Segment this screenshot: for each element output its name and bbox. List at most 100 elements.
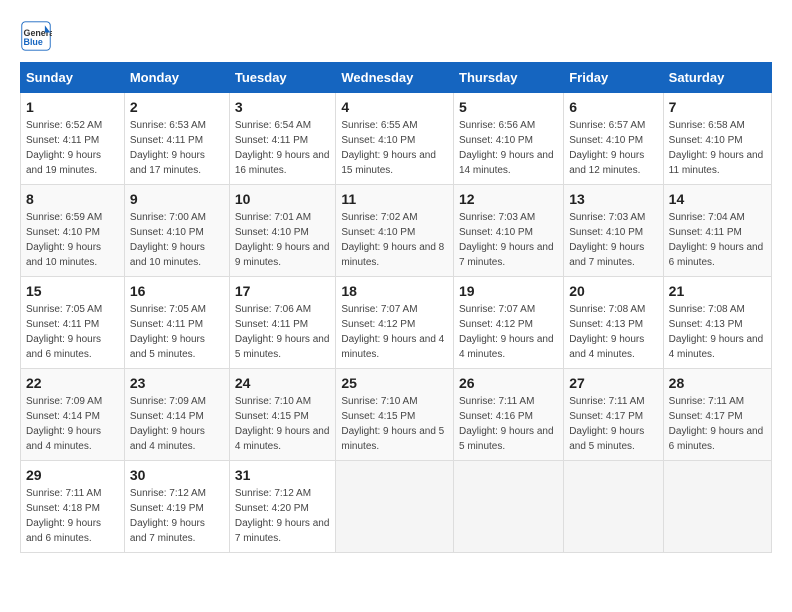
column-header-sunday: Sunday <box>21 63 125 93</box>
day-info: Sunrise: 7:09 AMSunset: 4:14 PMDaylight:… <box>130 394 224 454</box>
day-info: Sunrise: 6:59 AMSunset: 4:10 PMDaylight:… <box>26 210 119 270</box>
day-info: Sunrise: 7:10 AMSunset: 4:15 PMDaylight:… <box>341 394 448 454</box>
column-header-wednesday: Wednesday <box>336 63 454 93</box>
day-number: 15 <box>26 283 119 299</box>
day-cell: 14 Sunrise: 7:04 AMSunset: 4:11 PMDayligh… <box>663 185 771 277</box>
day-cell: 30Sunrise: 7:12 AMSunset: 4:19 PMDayligh… <box>124 461 229 553</box>
day-cell: 21 Sunrise: 7:08 AMSunset: 4:13 PMDayligh… <box>663 277 771 369</box>
day-number: 13 <box>569 191 657 207</box>
calendar-table: SundayMondayTuesdayWednesdayThursdayFrid… <box>20 62 772 553</box>
day-number: 28 <box>669 375 766 391</box>
day-number: 10 <box>235 191 331 207</box>
day-number: 3 <box>235 99 331 115</box>
day-cell <box>336 461 454 553</box>
day-info: Sunrise: 6:52 AMSunset: 4:11 PMDaylight:… <box>26 118 119 178</box>
day-info: Sunrise: 6:57 AMSunset: 4:10 PMDaylight:… <box>569 118 657 178</box>
page-header: General Blue <box>20 20 772 52</box>
day-cell: 8 Sunrise: 6:59 AMSunset: 4:10 PMDaylight… <box>21 185 125 277</box>
day-cell: 19 Sunrise: 7:07 AMSunset: 4:12 PMDayligh… <box>454 277 564 369</box>
day-cell: 29 Sunrise: 7:11 AMSunset: 4:18 PMDayligh… <box>21 461 125 553</box>
day-cell: 6 Sunrise: 6:57 AMSunset: 4:10 PMDaylight… <box>564 93 663 185</box>
svg-text:Blue: Blue <box>24 37 43 47</box>
week-row-2: 8 Sunrise: 6:59 AMSunset: 4:10 PMDaylight… <box>21 185 772 277</box>
day-cell: 11 Sunrise: 7:02 AMSunset: 4:10 PMDayligh… <box>336 185 454 277</box>
day-number: 14 <box>669 191 766 207</box>
day-info: Sunrise: 6:54 AMSunset: 4:11 PMDaylight:… <box>235 118 331 178</box>
day-info: Sunrise: 6:56 AMSunset: 4:10 PMDaylight:… <box>459 118 558 178</box>
day-info: Sunrise: 7:05 AMSunset: 4:11 PMDaylight:… <box>130 302 224 362</box>
day-cell: 27 Sunrise: 7:11 AMSunset: 4:17 PMDayligh… <box>564 369 663 461</box>
day-info: Sunrise: 7:09 AMSunset: 4:14 PMDaylight:… <box>26 394 119 454</box>
day-cell <box>564 461 663 553</box>
day-info: Sunrise: 7:12 AMSunset: 4:20 PMDaylight:… <box>235 486 331 546</box>
day-cell: 1 Sunrise: 6:52 AMSunset: 4:11 PMDaylight… <box>21 93 125 185</box>
day-info: Sunrise: 7:11 AMSunset: 4:17 PMDaylight:… <box>569 394 657 454</box>
day-number: 27 <box>569 375 657 391</box>
day-number: 23 <box>130 375 224 391</box>
day-info: Sunrise: 7:11 AMSunset: 4:17 PMDaylight:… <box>669 394 766 454</box>
day-cell: 16 Sunrise: 7:05 AMSunset: 4:11 PMDayligh… <box>124 277 229 369</box>
day-number: 26 <box>459 375 558 391</box>
day-info: Sunrise: 7:04 AMSunset: 4:11 PMDaylight:… <box>669 210 766 270</box>
week-row-1: 1 Sunrise: 6:52 AMSunset: 4:11 PMDaylight… <box>21 93 772 185</box>
day-cell: 25 Sunrise: 7:10 AMSunset: 4:15 PMDayligh… <box>336 369 454 461</box>
day-number: 1 <box>26 99 119 115</box>
day-number: 24 <box>235 375 331 391</box>
day-number: 19 <box>459 283 558 299</box>
day-info: Sunrise: 7:02 AMSunset: 4:10 PMDaylight:… <box>341 210 448 270</box>
day-number: 9 <box>130 191 224 207</box>
day-cell: 22 Sunrise: 7:09 AMSunset: 4:14 PMDayligh… <box>21 369 125 461</box>
column-header-friday: Friday <box>564 63 663 93</box>
day-info: Sunrise: 7:06 AMSunset: 4:11 PMDaylight:… <box>235 302 331 362</box>
week-row-3: 15 Sunrise: 7:05 AMSunset: 4:11 PMDayligh… <box>21 277 772 369</box>
day-number: 12 <box>459 191 558 207</box>
day-cell: 15 Sunrise: 7:05 AMSunset: 4:11 PMDayligh… <box>21 277 125 369</box>
day-cell: 23 Sunrise: 7:09 AMSunset: 4:14 PMDayligh… <box>124 369 229 461</box>
day-number: 8 <box>26 191 119 207</box>
day-cell: 13Sunrise: 7:03 AMSunset: 4:10 PMDayligh… <box>564 185 663 277</box>
day-number: 20 <box>569 283 657 299</box>
day-number: 6 <box>569 99 657 115</box>
day-info: Sunrise: 7:11 AMSunset: 4:18 PMDaylight:… <box>26 486 119 546</box>
day-cell: 31 Sunrise: 7:12 AMSunset: 4:20 PMDayligh… <box>229 461 336 553</box>
day-info: Sunrise: 7:12 AMSunset: 4:19 PMDaylight:… <box>130 486 224 546</box>
day-number: 4 <box>341 99 448 115</box>
day-number: 25 <box>341 375 448 391</box>
day-cell <box>663 461 771 553</box>
day-number: 21 <box>669 283 766 299</box>
day-number: 11 <box>341 191 448 207</box>
column-header-saturday: Saturday <box>663 63 771 93</box>
day-info: Sunrise: 6:55 AMSunset: 4:10 PMDaylight:… <box>341 118 448 178</box>
day-number: 2 <box>130 99 224 115</box>
day-info: Sunrise: 7:05 AMSunset: 4:11 PMDaylight:… <box>26 302 119 362</box>
day-info: Sunrise: 7:11 AMSunset: 4:16 PMDaylight:… <box>459 394 558 454</box>
calendar-body: 1 Sunrise: 6:52 AMSunset: 4:11 PMDaylight… <box>21 93 772 553</box>
calendar-header: SundayMondayTuesdayWednesdayThursdayFrid… <box>21 63 772 93</box>
day-cell <box>454 461 564 553</box>
logo-icon: General Blue <box>20 20 52 52</box>
day-number: 31 <box>235 467 331 483</box>
day-cell: 17 Sunrise: 7:06 AMSunset: 4:11 PMDayligh… <box>229 277 336 369</box>
day-cell: 20 Sunrise: 7:08 AMSunset: 4:13 PMDayligh… <box>564 277 663 369</box>
day-info: Sunrise: 7:08 AMSunset: 4:13 PMDaylight:… <box>669 302 766 362</box>
day-info: Sunrise: 7:07 AMSunset: 4:12 PMDaylight:… <box>459 302 558 362</box>
column-header-thursday: Thursday <box>454 63 564 93</box>
day-number: 16 <box>130 283 224 299</box>
day-number: 29 <box>26 467 119 483</box>
day-cell: 24Sunrise: 7:10 AMSunset: 4:15 PMDayligh… <box>229 369 336 461</box>
column-header-tuesday: Tuesday <box>229 63 336 93</box>
day-info: Sunrise: 6:58 AMSunset: 4:10 PMDaylight:… <box>669 118 766 178</box>
day-info: Sunrise: 7:08 AMSunset: 4:13 PMDaylight:… <box>569 302 657 362</box>
day-info: Sunrise: 7:01 AMSunset: 4:10 PMDaylight:… <box>235 210 331 270</box>
day-cell: 18Sunrise: 7:07 AMSunset: 4:12 PMDayligh… <box>336 277 454 369</box>
day-cell: 3 Sunrise: 6:54 AMSunset: 4:11 PMDaylight… <box>229 93 336 185</box>
header-row: SundayMondayTuesdayWednesdayThursdayFrid… <box>21 63 772 93</box>
day-cell: 9 Sunrise: 7:00 AMSunset: 4:10 PMDaylight… <box>124 185 229 277</box>
day-info: Sunrise: 7:00 AMSunset: 4:10 PMDaylight:… <box>130 210 224 270</box>
day-cell: 12Sunrise: 7:03 AMSunset: 4:10 PMDayligh… <box>454 185 564 277</box>
day-number: 22 <box>26 375 119 391</box>
day-cell: 7Sunrise: 6:58 AMSunset: 4:10 PMDaylight… <box>663 93 771 185</box>
day-number: 17 <box>235 283 331 299</box>
day-cell: 4 Sunrise: 6:55 AMSunset: 4:10 PMDaylight… <box>336 93 454 185</box>
logo: General Blue <box>20 20 58 52</box>
